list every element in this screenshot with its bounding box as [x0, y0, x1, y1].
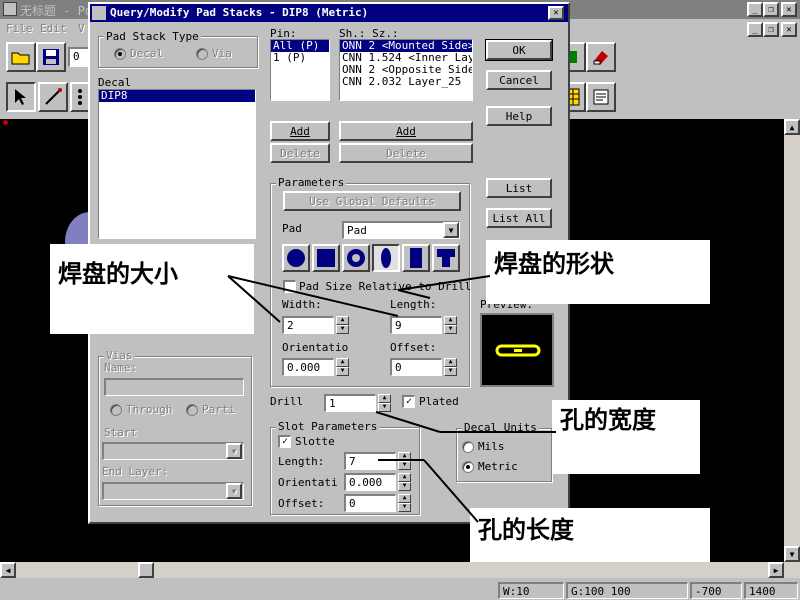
- annotation-leader-lines: [227, 275, 556, 523]
